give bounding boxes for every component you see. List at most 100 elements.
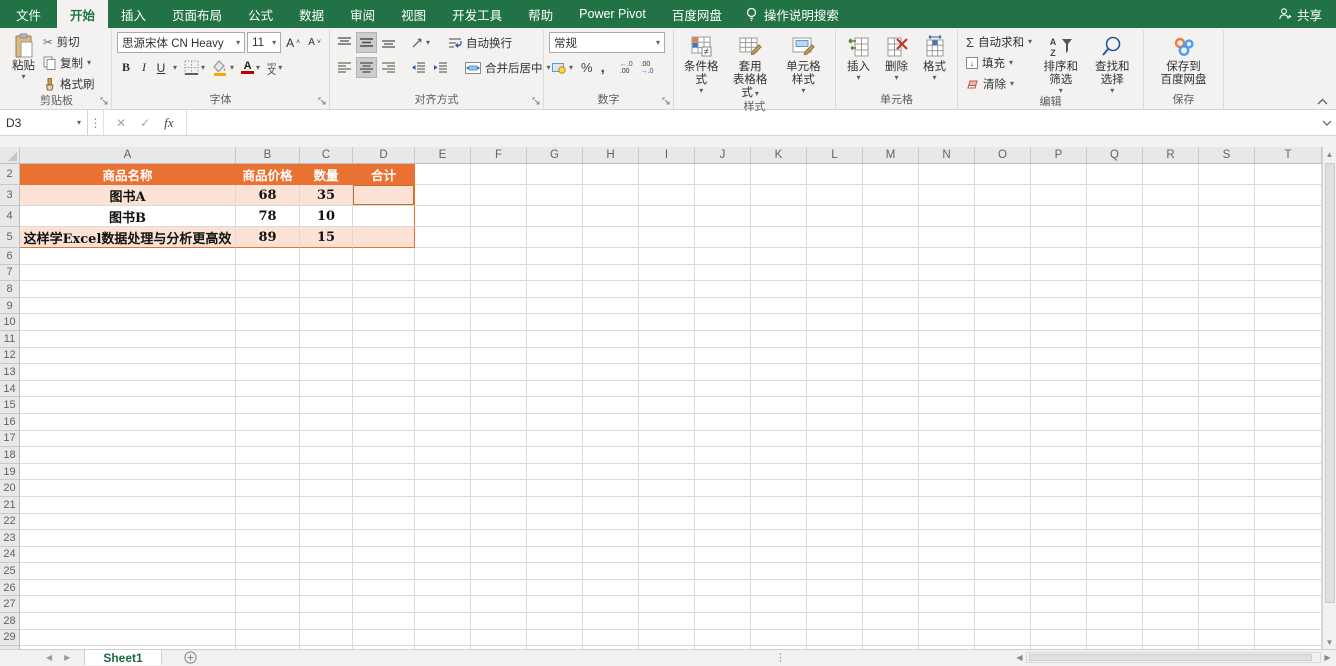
cell-J20[interactable]: [695, 480, 751, 497]
cell-E15[interactable]: [415, 397, 471, 414]
column-header-H[interactable]: H: [583, 147, 639, 163]
column-header-D[interactable]: D: [353, 147, 415, 163]
cell-B12[interactable]: [236, 348, 300, 365]
cell-O9[interactable]: [975, 298, 1031, 315]
cell-Q6[interactable]: [1087, 248, 1143, 265]
cell-K15[interactable]: [751, 397, 807, 414]
cell-O6[interactable]: [975, 248, 1031, 265]
tab-baidu-netdisk[interactable]: 百度网盘: [659, 0, 735, 28]
cell-O11[interactable]: [975, 331, 1031, 348]
cell-S26[interactable]: [1199, 580, 1255, 597]
cell-S23[interactable]: [1199, 530, 1255, 547]
cell-K21[interactable]: [751, 497, 807, 514]
cell-K28[interactable]: [751, 613, 807, 630]
orientation-button[interactable]: ▾: [408, 32, 433, 53]
cell-L18[interactable]: [807, 447, 863, 464]
cell-P2[interactable]: [1031, 164, 1087, 185]
cell-C9[interactable]: [300, 298, 353, 315]
expand-formula-bar-chevron[interactable]: [1318, 110, 1336, 135]
cell-I27[interactable]: [639, 596, 695, 613]
sheet-tab-sheet1[interactable]: Sheet1: [84, 650, 161, 665]
cell-R17[interactable]: [1143, 431, 1199, 448]
cell-G4[interactable]: [527, 206, 583, 227]
cell-G27[interactable]: [527, 596, 583, 613]
cell-L17[interactable]: [807, 431, 863, 448]
cell-B23[interactable]: [236, 530, 300, 547]
cell-T13[interactable]: [1255, 364, 1322, 381]
cell-D20[interactable]: [353, 480, 415, 497]
cell-T2[interactable]: [1255, 164, 1322, 185]
column-header-O[interactable]: O: [975, 147, 1031, 163]
cell-A19[interactable]: [20, 464, 236, 481]
cell-L24[interactable]: [807, 547, 863, 564]
cell-O12[interactable]: [975, 348, 1031, 365]
cell-C13[interactable]: [300, 364, 353, 381]
cell-D15[interactable]: [353, 397, 415, 414]
cell-P27[interactable]: [1031, 596, 1087, 613]
column-header-A[interactable]: A: [20, 147, 236, 163]
row-header-23[interactable]: 23: [0, 530, 20, 547]
tab-home[interactable]: 开始: [57, 0, 108, 28]
cell-O8[interactable]: [975, 281, 1031, 298]
cell-F20[interactable]: [471, 480, 527, 497]
cell-E20[interactable]: [415, 480, 471, 497]
cell-N12[interactable]: [919, 348, 975, 365]
cell-J4[interactable]: [695, 206, 751, 227]
cell-N3[interactable]: [919, 185, 975, 206]
cell-S24[interactable]: [1199, 547, 1255, 564]
cell-A17[interactable]: [20, 431, 236, 448]
cell-C7[interactable]: [300, 265, 353, 282]
cell-N16[interactable]: [919, 414, 975, 431]
cell-M5[interactable]: [863, 227, 919, 248]
cell-M11[interactable]: [863, 331, 919, 348]
cell-Q12[interactable]: [1087, 348, 1143, 365]
cell-N18[interactable]: [919, 447, 975, 464]
scroll-left-arrow[interactable]: ◀: [1013, 653, 1026, 662]
column-header-K[interactable]: K: [751, 147, 807, 163]
row-header-20[interactable]: 20: [0, 480, 20, 497]
column-header-B[interactable]: B: [236, 147, 300, 163]
cell-F26[interactable]: [471, 580, 527, 597]
cell-Q14[interactable]: [1087, 381, 1143, 398]
cell-Q19[interactable]: [1087, 464, 1143, 481]
cell-T4[interactable]: [1255, 206, 1322, 227]
cell-M15[interactable]: [863, 397, 919, 414]
cell-E12[interactable]: [415, 348, 471, 365]
cell-I14[interactable]: [639, 381, 695, 398]
tab-help[interactable]: 帮助: [515, 0, 566, 28]
tab-formulas[interactable]: 公式: [235, 0, 286, 28]
cell-F17[interactable]: [471, 431, 527, 448]
cell-N23[interactable]: [919, 530, 975, 547]
cell-T26[interactable]: [1255, 580, 1322, 597]
cell-A18[interactable]: [20, 447, 236, 464]
cell-C22[interactable]: [300, 514, 353, 531]
cell-B4[interactable]: 78: [236, 206, 300, 227]
cell-M4[interactable]: [863, 206, 919, 227]
cell-G18[interactable]: [527, 447, 583, 464]
vertical-scrollbar[interactable]: ▲ ▼: [1322, 147, 1336, 649]
cell-L7[interactable]: [807, 265, 863, 282]
cell-S20[interactable]: [1199, 480, 1255, 497]
cell-M3[interactable]: [863, 185, 919, 206]
cell-T3[interactable]: [1255, 185, 1322, 206]
tell-me-box[interactable]: 操作说明搜索: [735, 0, 849, 28]
cell-B27[interactable]: [236, 596, 300, 613]
cell-C27[interactable]: [300, 596, 353, 613]
cell-J28[interactable]: [695, 613, 751, 630]
scroll-up-arrow[interactable]: ▲: [1323, 147, 1336, 161]
column-header-S[interactable]: S: [1199, 147, 1255, 163]
cell-L26[interactable]: [807, 580, 863, 597]
cell-F12[interactable]: [471, 348, 527, 365]
cell-K24[interactable]: [751, 547, 807, 564]
tab-insert[interactable]: 插入: [108, 0, 159, 28]
cell-L8[interactable]: [807, 281, 863, 298]
cell-M19[interactable]: [863, 464, 919, 481]
tab-data[interactable]: 数据: [286, 0, 337, 28]
cell-I7[interactable]: [639, 265, 695, 282]
cell-A5[interactable]: 这样学Excel数据处理与分析更高效: [20, 227, 236, 248]
cell-F29[interactable]: [471, 630, 527, 647]
cell-G11[interactable]: [527, 331, 583, 348]
cell-T23[interactable]: [1255, 530, 1322, 547]
cell-P23[interactable]: [1031, 530, 1087, 547]
cell-B13[interactable]: [236, 364, 300, 381]
